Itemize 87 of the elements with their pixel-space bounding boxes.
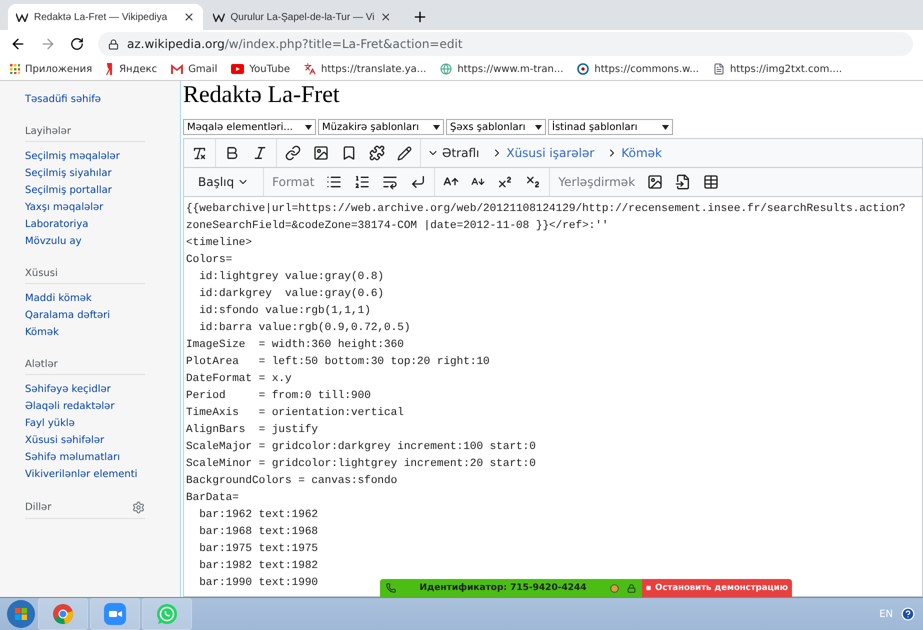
sidebar-link[interactable]: Seçilmiş portallar: [25, 182, 180, 199]
image-icon[interactable]: [313, 145, 329, 161]
sidebar-link[interactable]: Kömək: [25, 324, 180, 341]
stop-icon: [646, 584, 652, 592]
bookmark[interactable]: https://img2txt.com....: [712, 63, 842, 75]
stop-sharing-button[interactable]: Остановить демонстрацию: [642, 579, 792, 597]
sidebar-link[interactable]: Səhifəyə keçidlər: [25, 381, 180, 398]
numbered-list-icon[interactable]: [354, 174, 370, 190]
wikipedia-icon: [16, 12, 28, 22]
gallery-icon[interactable]: [647, 174, 664, 190]
sidebar-link[interactable]: Xüsusi səhifələr: [25, 432, 180, 449]
browser-tab[interactable]: Redaktə La-Fret — Vikipediya: [8, 4, 203, 30]
template-dropdown[interactable]: Şəxs şablonları: [446, 119, 546, 135]
bookmark[interactable]: https://translate.ya...: [304, 63, 426, 75]
puzzle-icon[interactable]: [369, 145, 385, 161]
template-dropdown[interactable]: Müzakirə şablonları: [318, 119, 444, 135]
no-wrap-icon[interactable]: [382, 174, 398, 190]
translate-icon: [304, 63, 316, 75]
document-icon: [712, 63, 725, 75]
special-characters-link[interactable]: Xüsusi işarələr: [485, 146, 600, 160]
bookmark-icon[interactable]: [341, 145, 357, 161]
new-tab-icon[interactable]: [412, 9, 428, 25]
address-field[interactable]: az.wikipedia.org/w/index.php?title=La-Fret&action=edit: [98, 32, 913, 56]
more-link[interactable]: Ətraflı: [421, 146, 486, 160]
sidebar-link[interactable]: Mövzulu ay: [25, 233, 180, 250]
bookmark[interactable]: YouTube: [231, 64, 290, 74]
sidebar-link[interactable]: Laboratoriya: [25, 216, 180, 233]
share-id-bar: Идентификатор: 715-9420-4244: [380, 579, 642, 597]
close-icon[interactable]: [183, 11, 195, 23]
superscript-icon[interactable]: [497, 174, 514, 190]
lock-icon: [108, 38, 119, 50]
yandex-logo-icon: [106, 63, 114, 75]
chrome-icon[interactable]: [52, 603, 74, 625]
section-heading: Xüsusi: [25, 268, 145, 284]
remove-format-icon[interactable]: [192, 146, 207, 160]
sidebar-link[interactable]: Yaxşı məqalələr: [25, 199, 180, 216]
forward-icon[interactable]: [40, 36, 56, 52]
apps-grid-icon: [10, 64, 20, 74]
bullet-list-icon[interactable]: [326, 174, 342, 190]
bookmark[interactable]: https://www.m-tran...: [440, 63, 564, 75]
video-camera-icon[interactable]: [104, 603, 126, 625]
sidebar-link[interactable]: Vikiverilənlər elementi: [25, 466, 180, 483]
link-icon[interactable]: [285, 145, 301, 161]
insert-label: Yerləşdirmək: [558, 175, 636, 189]
subscript-icon[interactable]: [525, 174, 542, 190]
italic-icon[interactable]: [252, 145, 268, 161]
sidebar-link[interactable]: Fayl yüklə: [25, 415, 180, 432]
lock-icon: [627, 584, 636, 592]
help-link[interactable]: Kömək: [600, 146, 668, 160]
format-label: Format: [272, 175, 314, 189]
dropdown-caret-icon[interactable]: [433, 124, 440, 130]
reload-icon[interactable]: [70, 37, 84, 51]
dropdown-caret-icon[interactable]: [535, 124, 542, 130]
bookmark[interactable]: Gmail: [171, 64, 218, 74]
sidebar-link[interactable]: Seçilmiş siyahılar: [25, 165, 180, 182]
phone-icon: [386, 583, 396, 593]
start-button[interactable]: [6, 599, 36, 629]
mail-icon: [171, 64, 184, 74]
template-dropdown[interactable]: Məqalə elementləri...: [183, 119, 316, 135]
back-icon[interactable]: [10, 36, 26, 52]
globe-icon: [440, 63, 452, 75]
play-icon: [231, 64, 244, 74]
bookmark[interactable]: Яндекс: [106, 63, 158, 75]
bookmark[interactable]: https://commons.w...: [577, 63, 699, 75]
table-icon[interactable]: [703, 174, 720, 190]
sidebar-link[interactable]: Seçilmiş məqalələr: [25, 148, 180, 165]
wikipedia-icon: [213, 12, 225, 22]
close-icon[interactable]: [380, 11, 392, 23]
section-heading: Dillər: [25, 502, 52, 513]
heading-dropdown[interactable]: Başlıq: [192, 175, 256, 189]
dropdown-caret-icon[interactable]: [305, 124, 312, 130]
browser-tab[interactable]: Qurulur La-Şapel-de-la-Tur — Vi: [205, 4, 400, 30]
section-heading: Layihələr: [25, 126, 145, 142]
help-icon[interactable]: [901, 607, 915, 621]
bookmark[interactable]: Приложения: [10, 64, 92, 74]
page-title: Redaktə La-Fret: [183, 81, 341, 109]
settings-icon[interactable]: [132, 501, 145, 514]
sidebar-link[interactable]: Əlaqəli redaktələr: [25, 398, 180, 415]
sidebar-link[interactable]: Qaralama dəftəri: [25, 307, 180, 324]
dropdown-caret-icon[interactable]: [662, 124, 669, 130]
section-heading: Alətlər: [25, 359, 145, 375]
line-break-icon[interactable]: [410, 174, 426, 190]
sidebar-link[interactable]: Səhifə məlumatları: [25, 449, 180, 466]
sidebar-link[interactable]: Maddi kömək: [25, 290, 180, 307]
sidebar-link[interactable]: Təsadüfi səhifə: [25, 91, 180, 108]
pencil-icon[interactable]: [397, 146, 412, 160]
template-dropdown[interactable]: İstinad şablonları: [548, 119, 673, 135]
